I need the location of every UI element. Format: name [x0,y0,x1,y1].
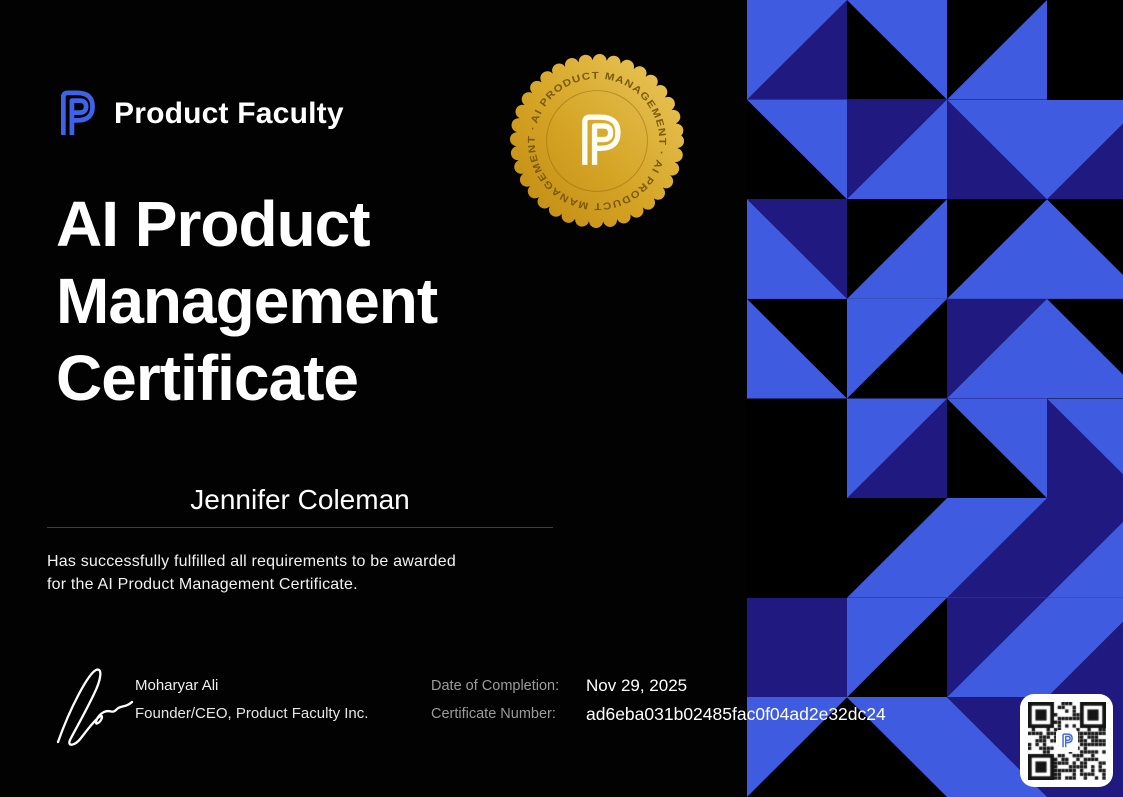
pattern-cell [947,598,1047,698]
qr-logo [1056,730,1078,752]
pattern-cell [747,199,847,299]
brand-name: Product Faculty [114,97,344,131]
signatory-title: Founder/CEO, Product Faculty Inc. [135,705,368,722]
title-line: Certificate [56,340,437,417]
pf-monogram-icon [47,86,102,141]
qr-card [1020,694,1113,787]
pattern-cell [947,199,1047,299]
signature-icon [46,650,142,750]
pattern-cell [1047,299,1123,399]
brand-logo: Product Faculty [47,86,344,141]
pattern-cell [747,100,847,200]
award-statement: Has successfully fulfilled all requireme… [47,550,456,596]
pattern-cell [1047,598,1123,698]
pf-monogram-icon [1058,732,1075,749]
geometric-pattern [747,0,1123,797]
completion-date-value: Nov 29, 2025 [586,676,687,696]
certificate-title: AI Product Management Certificate [56,186,437,417]
pattern-cell [947,299,1047,399]
pattern-cell [1047,0,1123,100]
pattern-cell [747,399,847,499]
title-line: Management [56,263,437,340]
pattern-cell [847,598,947,698]
signatory-name: Moharyar Ali [135,677,218,694]
pattern-cell [847,199,947,299]
statement-line: Has successfully fulfilled all requireme… [47,550,456,573]
pattern-cell [747,498,847,598]
pattern-cell [747,0,847,100]
pattern-cell [947,100,1047,200]
pattern-cell [847,299,947,399]
name-underline [47,527,553,528]
title-line: AI Product [56,186,437,263]
pattern-cell [1047,199,1123,299]
statement-line: for the AI Product Management Certificat… [47,573,456,596]
certificate-number-label: Certificate Number: [431,706,556,722]
pattern-cell [847,0,947,100]
pattern-cell [1047,399,1123,499]
pattern-cell [747,299,847,399]
completion-date-label: Date of Completion: [431,678,559,694]
certificate: Product Faculty AI PRODUCT MANAGEMENT · … [0,0,1123,797]
gold-seal-icon: AI PRODUCT MANAGEMENT · AI PRODUCT MANAG… [508,52,686,230]
pattern-cell [947,498,1047,598]
pattern-cell [747,598,847,698]
recipient-name: Jennifer Coleman [47,484,553,516]
pattern-cell [847,498,947,598]
pattern-cell [947,399,1047,499]
pattern-cell [1047,498,1123,598]
certificate-number-value: ad6eba031b02485fac0f04ad2e32dc24 [586,704,886,725]
pattern-cell [847,399,947,499]
pattern-cell [947,0,1047,100]
pattern-cell [847,100,947,200]
pattern-cell [1047,100,1123,200]
